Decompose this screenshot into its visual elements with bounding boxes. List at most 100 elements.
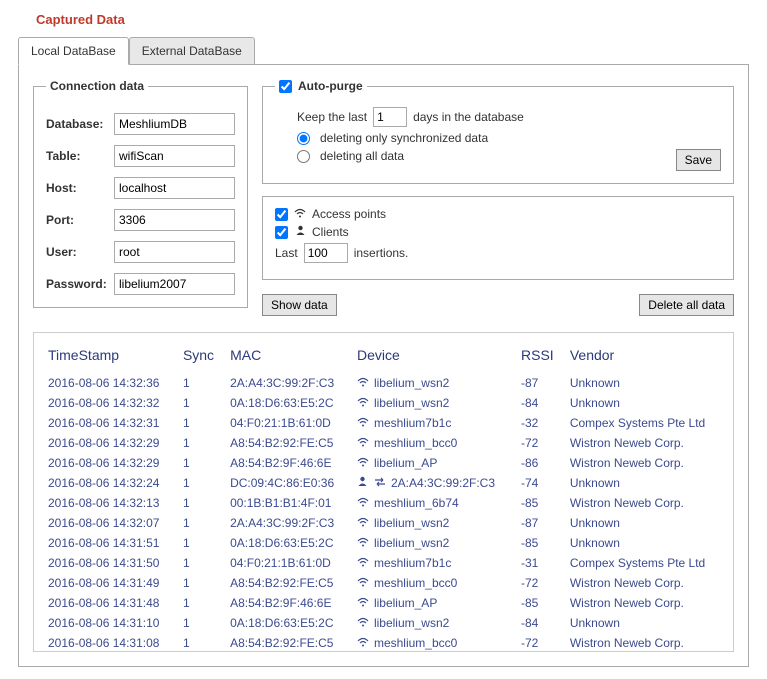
save-button[interactable]: Save	[676, 149, 721, 171]
cell-timestamp: 2016-08-06 14:32:29	[42, 453, 177, 473]
delete-all-data-button[interactable]: Delete all data	[639, 294, 734, 316]
table-label: Table:	[46, 149, 114, 163]
cell-device: libelium_AP	[351, 453, 515, 473]
table-row: 2016-08-06 14:31:481A8:54:B2:9F:46:6Elib…	[42, 593, 725, 613]
port-label: Port:	[46, 213, 114, 227]
cell-sync: 1	[177, 413, 224, 433]
clients-label: Clients	[312, 225, 349, 239]
cell-timestamp: 2016-08-06 14:32:29	[42, 433, 177, 453]
last-insertions-input[interactable]	[304, 243, 348, 263]
cell-device: meshlium_6b74	[351, 493, 515, 513]
keep-last-prefix: Keep the last	[297, 110, 367, 124]
cell-device: libelium_wsn2	[351, 393, 515, 413]
cell-vendor: Unknown	[564, 393, 725, 413]
cell-vendor: Compex Systems Pte Ltd	[564, 553, 725, 573]
cell-vendor: Wistron Neweb Corp.	[564, 493, 725, 513]
table-input[interactable]	[114, 145, 235, 167]
cell-mac: A8:54:B2:92:FE:C5	[224, 633, 351, 652]
cell-device: libelium_wsn2	[351, 533, 515, 553]
cell-timestamp: 2016-08-06 14:32:24	[42, 473, 177, 493]
database-input[interactable]	[114, 113, 235, 135]
table-row: 2016-08-06 14:31:491A8:54:B2:92:FE:C5mes…	[42, 573, 725, 593]
cell-mac: 00:1B:B1:B1:4F:01	[224, 493, 351, 513]
port-input[interactable]	[114, 209, 235, 231]
host-input[interactable]	[114, 177, 235, 199]
cell-mac: DC:09:4C:86:E0:36	[224, 473, 351, 493]
wifi-icon	[357, 576, 369, 590]
wifi-icon	[357, 436, 369, 450]
cell-vendor: Wistron Neweb Corp.	[564, 433, 725, 453]
cell-mac: 04:F0:21:1B:61:0D	[224, 413, 351, 433]
cell-mac: 04:F0:21:1B:61:0D	[224, 553, 351, 573]
cell-sync: 1	[177, 473, 224, 493]
cell-rssi: -85	[515, 593, 564, 613]
table-row: 2016-08-06 14:32:291A8:54:B2:9F:46:6Elib…	[42, 453, 725, 473]
wifi-icon	[357, 536, 369, 550]
clients-checkbox[interactable]	[275, 226, 288, 239]
cell-rssi: -74	[515, 473, 564, 493]
wifi-icon	[357, 416, 369, 430]
cell-sync: 1	[177, 533, 224, 553]
keep-days-input[interactable]	[373, 107, 407, 127]
cell-timestamp: 2016-08-06 14:32:13	[42, 493, 177, 513]
cell-mac: 2A:A4:3C:99:2F:C3	[224, 373, 351, 393]
cell-device: meshlium_bcc0	[351, 433, 515, 453]
col-mac: MAC	[224, 343, 351, 373]
tab-external-database[interactable]: External DataBase	[129, 37, 255, 64]
cell-device: libelium_AP	[351, 593, 515, 613]
cell-timestamp: 2016-08-06 14:31:48	[42, 593, 177, 613]
cell-vendor: Wistron Neweb Corp.	[564, 453, 725, 473]
cell-sync: 1	[177, 393, 224, 413]
cell-rssi: -85	[515, 493, 564, 513]
cell-device: libelium_wsn2	[351, 373, 515, 393]
user-input[interactable]	[114, 241, 235, 263]
show-data-button[interactable]: Show data	[262, 294, 337, 316]
cell-device: meshlium_bcc0	[351, 633, 515, 652]
tab-local-database[interactable]: Local DataBase	[18, 37, 129, 65]
radio-delete-synchronized[interactable]	[297, 132, 310, 145]
password-label: Password:	[46, 277, 114, 291]
password-input[interactable]	[114, 273, 235, 295]
keep-last-suffix: days in the database	[413, 110, 524, 124]
cell-mac: A8:54:B2:9F:46:6E	[224, 453, 351, 473]
cell-rssi: -87	[515, 513, 564, 533]
wifi-icon	[357, 616, 369, 630]
cell-sync: 1	[177, 373, 224, 393]
auto-purge-checkbox[interactable]	[279, 80, 292, 93]
person-icon	[294, 225, 306, 239]
col-sync: Sync	[177, 343, 224, 373]
last-suffix: insertions.	[354, 246, 409, 260]
cell-vendor: Wistron Neweb Corp.	[564, 573, 725, 593]
col-timestamp: TimeStamp	[42, 343, 177, 373]
cell-device: libelium_wsn2	[351, 513, 515, 533]
auto-purge-fieldset: Auto-purge Keep the last days in the dat…	[262, 79, 734, 184]
cell-sync: 1	[177, 633, 224, 652]
cell-timestamp: 2016-08-06 14:31:49	[42, 573, 177, 593]
cell-mac: A8:54:B2:92:FE:C5	[224, 433, 351, 453]
table-row: 2016-08-06 14:31:081A8:54:B2:92:FE:C5mes…	[42, 633, 725, 652]
wifi-icon	[357, 636, 369, 650]
access-points-label: Access points	[312, 207, 386, 221]
page-title: Captured Data	[36, 12, 755, 27]
cell-device: libelium_wsn2	[351, 613, 515, 633]
cell-vendor: Unknown	[564, 473, 725, 493]
table-row: 2016-08-06 14:32:3210A:18:D6:63:E5:2Clib…	[42, 393, 725, 413]
radio-delete-all[interactable]	[297, 150, 310, 163]
cell-sync: 1	[177, 573, 224, 593]
cell-device: meshlium7b1c	[351, 553, 515, 573]
cell-device: meshlium7b1c	[351, 413, 515, 433]
cell-rssi: -72	[515, 573, 564, 593]
connection-data-fieldset: Connection data Database: Table: Host: P…	[33, 79, 248, 308]
table-row: 2016-08-06 14:32:13100:1B:B1:B1:4F:01mes…	[42, 493, 725, 513]
table-row: 2016-08-06 14:31:50104:F0:21:1B:61:0Dmes…	[42, 553, 725, 573]
cell-sync: 1	[177, 593, 224, 613]
radio-sync-label: deleting only synchronized data	[320, 131, 488, 145]
cell-sync: 1	[177, 433, 224, 453]
results-scroll-area[interactable]: TimeStamp Sync MAC Device RSSI Vendor 20…	[33, 332, 734, 652]
cell-vendor: Unknown	[564, 533, 725, 553]
cell-vendor: Compex Systems Pte Ltd	[564, 413, 725, 433]
swap-icon	[374, 476, 386, 490]
table-row: 2016-08-06 14:32:291A8:54:B2:92:FE:C5mes…	[42, 433, 725, 453]
access-points-checkbox[interactable]	[275, 208, 288, 221]
wifi-icon	[357, 496, 369, 510]
